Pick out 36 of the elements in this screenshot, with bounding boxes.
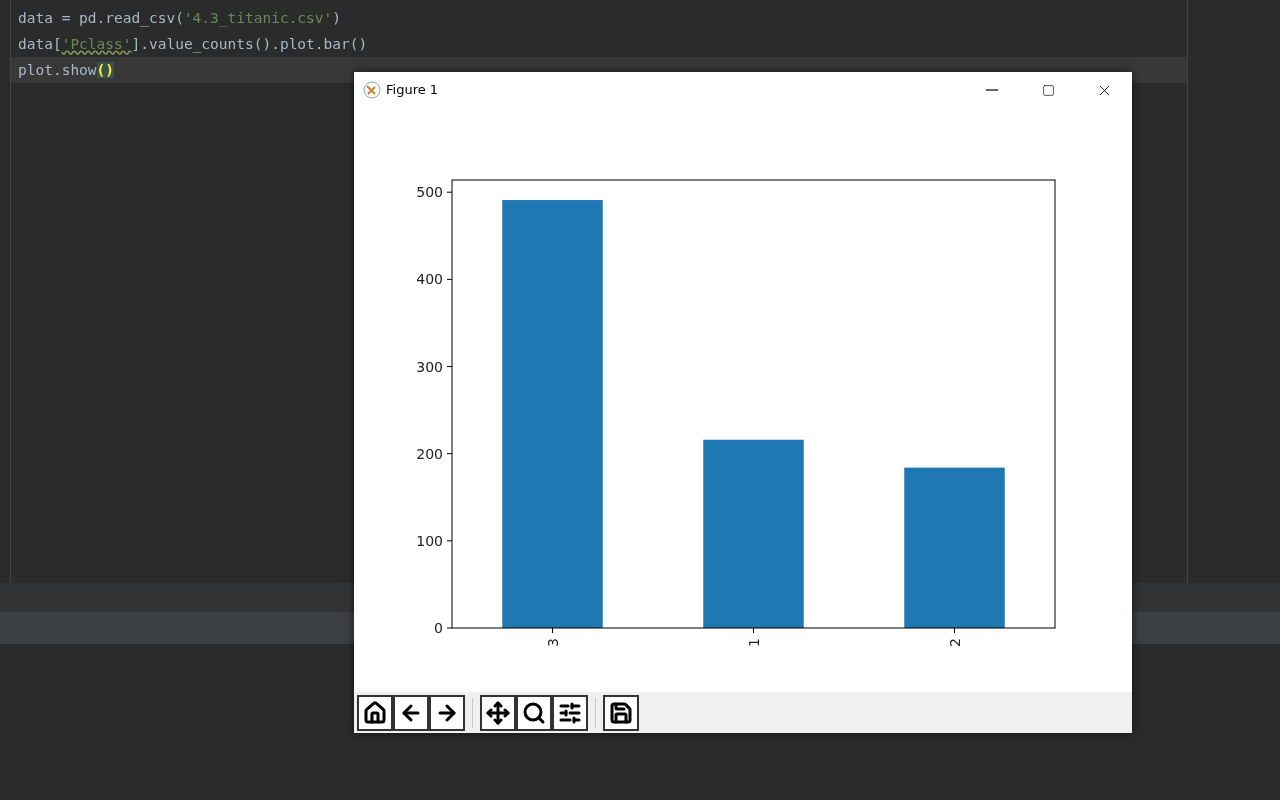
code-line: data = pd.read_csv('4.3_titanic.csv'): [17, 9, 342, 29]
y-tick-label: 200: [416, 445, 443, 462]
y-tick-label: 400: [416, 271, 443, 288]
y-tick: 400: [416, 271, 453, 288]
y-tick: 200: [416, 445, 453, 462]
forward-button[interactable]: [429, 694, 465, 731]
home-button[interactable]: [357, 694, 393, 731]
save-button[interactable]: [603, 694, 639, 731]
code-line: data['Pclass'].value_counts().plot.bar(): [17, 35, 369, 55]
x-tick: 3: [544, 627, 561, 647]
y-tick: 0: [434, 620, 453, 636]
y-tick: 100: [416, 532, 453, 549]
y-tick: 500: [416, 184, 453, 201]
configure-button[interactable]: [552, 694, 588, 731]
y-tick-label: 0: [434, 620, 443, 636]
x-tick: 2: [946, 627, 963, 647]
zoom-button[interactable]: [516, 694, 552, 731]
y-tick-label: 500: [416, 184, 443, 201]
move-icon: [486, 700, 510, 725]
back-button[interactable]: [393, 694, 429, 731]
save-icon: [609, 700, 633, 725]
y-tick-label: 100: [416, 532, 443, 549]
sliders-icon: [558, 700, 582, 725]
pan-button[interactable]: [480, 694, 516, 731]
window-title: Figure 1: [386, 81, 439, 100]
x-tick-label: 1: [745, 638, 762, 647]
x-tick: 1: [745, 627, 762, 647]
maximize-icon: [1041, 83, 1055, 97]
x-tick-label: 3: [544, 638, 561, 647]
y-tick-label: 300: [416, 358, 443, 375]
home-icon: [363, 700, 387, 725]
minimize-icon: [986, 89, 998, 91]
y-tick: 300: [416, 358, 453, 375]
x-tick-label: 2: [946, 638, 963, 647]
app-icon: [363, 81, 381, 99]
search-icon: [522, 700, 546, 725]
